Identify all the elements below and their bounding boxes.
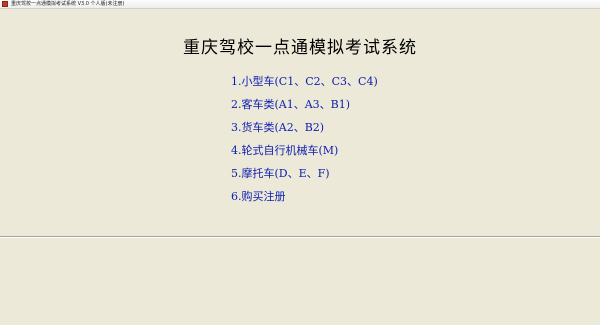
menu-item-purchase-register[interactable]: 6.购买注册 [231,188,378,211]
menu-item-small-car[interactable]: 1.小型车(C1、C2、C3、C4) [231,73,378,96]
app-icon [2,1,8,7]
page-title: 重庆驾校一点通模拟考试系统 [183,38,417,58]
menu-item-truck[interactable]: 3.货车类(A2、B2) [231,119,378,142]
vehicle-type-menu: 1.小型车(C1、C2、C3、C4) 2.客车类(A1、A3、B1) 3.货车类… [231,73,378,211]
window-title: 重庆驾校一点通模拟考试系统 V3.0 个人版(未注册) [11,1,125,7]
divider [0,236,600,238]
title-bar[interactable]: 重庆驾校一点通模拟考试系统 V3.0 个人版(未注册) [0,0,600,9]
menu-item-machinery[interactable]: 4.轮式自行机械车(M) [231,142,378,165]
menu-item-motorcycle[interactable]: 5.摩托车(D、E、F) [231,165,378,188]
menu-item-bus[interactable]: 2.客车类(A1、A3、B1) [231,96,378,119]
